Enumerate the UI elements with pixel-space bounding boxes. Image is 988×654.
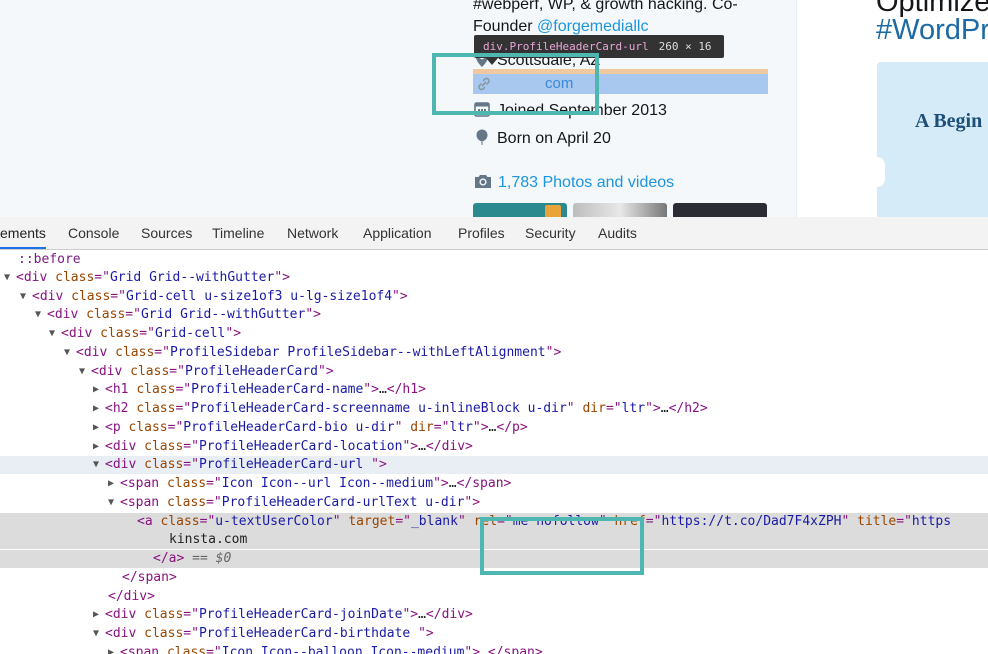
expanded-triangle-icon[interactable]: ▼ [20,288,32,306]
dom-tree-line[interactable]: ▼ <div class="Grid Grid--withGutter"> [0,269,988,287]
dom-text-node: kinsta.com [169,532,248,547]
expanded-triangle-icon[interactable]: ▼ [4,269,16,287]
dom-tree-line[interactable]: ▶ <div class="ProfileHeaderCard-joinDate"… [0,606,988,624]
dollar-zero-marker: == $0 [184,551,232,566]
dom-tree-line[interactable]: ▼ <div class="Grid-cell u-size1of3 u-lg-s… [0,288,988,306]
photo-thumbnail[interactable] [573,203,667,217]
expanded-triangle-icon[interactable]: ▼ [108,494,120,512]
dom-tree-line[interactable]: ▼ <div class="ProfileSidebar ProfileSideb… [0,344,988,362]
dom-tree-line[interactable]: ▼ <div class="Grid Grid--withGutter"> [0,306,988,324]
photos-count-text[interactable]: 1,783 Photos and videos [498,174,674,191]
tab-elements[interactable]: ements [0,217,46,249]
photo-thumbnail[interactable] [673,203,767,217]
expanded-triangle-icon[interactable]: ▼ [49,325,61,343]
collapsed-triangle-icon[interactable]: ▶ [93,381,105,399]
dom-tree-line[interactable]: ▼ <span class="ProfileHeaderCard-urlText … [0,494,988,512]
dom-tree-line[interactable]: ▼ <div class="Grid-cell"> [0,325,988,343]
tab-sources[interactable]: Sources [141,217,192,249]
bio-mention-link[interactable]: @forgemediallc [537,18,648,35]
tooltip-dimensions: 260 × 16 [658,40,712,53]
photos-link[interactable]: 1,783 Photos and videos [473,171,674,195]
dom-pseudo-element: ::before [18,252,81,267]
promo-decoration [877,157,885,187]
balloon-icon [476,129,488,145]
hashtag-heading[interactable]: #WordPr [876,14,988,47]
dom-tree-line[interactable]: ▶ <span class="Icon Icon--url Icon--mediu… [0,475,988,493]
profile-birthdate: Born on April 20 [473,128,611,150]
dom-tree-line[interactable]: ▶ <h1 class="ProfileHeaderCard-name">…</h… [0,381,988,399]
dom-tree-line[interactable]: ::before [0,251,988,269]
dom-tree-line[interactable]: ▼ <div class="ProfileHeaderCard-birthdate… [0,625,988,643]
bio-line-1: #webperf, WP, & growth hacking. Co- [473,0,738,13]
dom-tree-line[interactable]: ▼ <div class="ProfileHeaderCard"> [0,363,988,381]
tab-security[interactable]: Security [525,217,576,249]
dom-tree-line[interactable]: ▶ <span class="Icon Icon--balloon Icon--m… [0,644,988,654]
collapsed-triangle-icon[interactable]: ▶ [108,475,120,493]
annotation-highlight-box [432,53,599,115]
collapsed-triangle-icon[interactable]: ▶ [93,419,105,437]
dom-tree-line[interactable]: ▶ <h2 class="ProfileHeaderCard-screenname… [0,400,988,418]
elements-dom-tree: ::before ▼ <div class="Grid Grid--withGut… [0,250,988,654]
dom-tree-line[interactable]: ▶ <div class="ProfileHeaderCard-location"… [0,438,988,456]
expanded-triangle-icon[interactable]: ▼ [79,363,91,381]
tooltip-selector: div.ProfileHeaderCard-url [483,40,649,53]
photo-thumbnail[interactable] [473,203,567,217]
expanded-triangle-icon[interactable]: ▼ [35,306,47,324]
tab-audits[interactable]: Audits [598,217,637,249]
collapsed-triangle-icon[interactable]: ▶ [93,606,105,624]
tab-application[interactable]: Application [363,217,432,249]
expanded-triangle-icon[interactable]: ▼ [93,625,105,643]
profile-bio: #webperf, WP, & growth hacking. Co- Foun… [473,0,783,38]
collapsed-triangle-icon[interactable]: ▶ [93,438,105,456]
promo-card-text: A Begin [915,110,983,132]
promo-card[interactable]: A Begin [877,62,988,217]
dom-tree-line-hovered[interactable]: ▼ <div class="ProfileHeaderCard-url "> [0,456,988,474]
tab-timeline[interactable]: Timeline [212,217,264,249]
devtools-panel: ements Console Sources Timeline Network … [0,217,988,654]
devtools-tab-bar: ements Console Sources Timeline Network … [0,217,988,250]
expanded-triangle-icon[interactable]: ▼ [93,456,105,474]
tab-profiles[interactable]: Profiles [458,217,505,249]
camera-icon [475,175,491,188]
bio-line-2-prefix: Founder [473,18,538,35]
tab-network[interactable]: Network [287,217,338,249]
expanded-triangle-icon[interactable]: ▼ [64,344,76,362]
web-page: #webperf, WP, & growth hacking. Co- Foun… [0,0,988,217]
screenshot: #webperf, WP, & growth hacking. Co- Foun… [0,0,988,654]
dom-tree-line[interactable]: </div> [0,588,988,606]
collapsed-triangle-icon[interactable]: ▶ [108,644,120,654]
tab-console[interactable]: Console [68,217,119,249]
annotation-highlight-box [480,517,644,575]
birthdate-text: Born on April 20 [497,130,611,147]
dom-tree-line[interactable]: ▶ <p class="ProfileHeaderCard-bio u-dir" … [0,419,988,437]
collapsed-triangle-icon[interactable]: ▶ [93,400,105,418]
